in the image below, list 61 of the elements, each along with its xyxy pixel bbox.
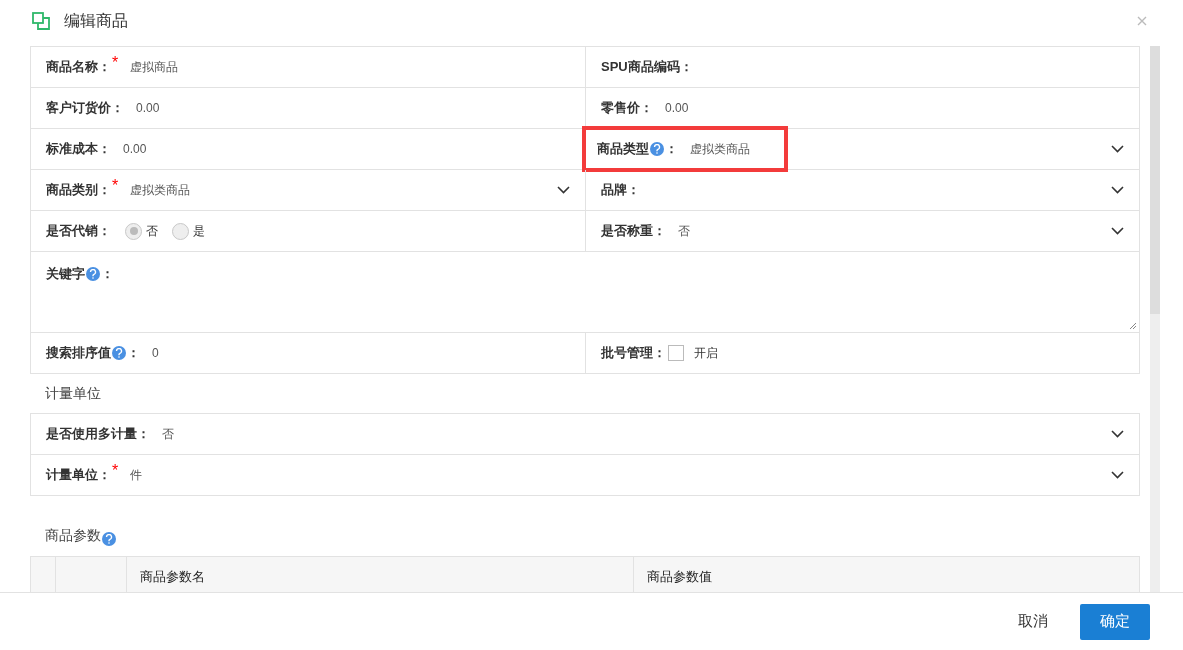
- copy-icon: [32, 12, 50, 30]
- checkbox[interactable]: [668, 345, 684, 361]
- select-field[interactable]: 商品类型 ： 虚拟类商品: [586, 129, 1139, 169]
- field-value: 0: [152, 345, 159, 362]
- field-value: 0.00: [123, 141, 147, 158]
- field-label-colon: ：: [665, 140, 678, 159]
- cancel-button[interactable]: 取消: [1018, 603, 1048, 640]
- field-value: 否: [162, 426, 174, 443]
- scrollbar-thumb[interactable]: [1150, 46, 1160, 314]
- select-field[interactable]: 品牌：: [586, 170, 1139, 210]
- field-label: 计量单位：: [46, 466, 111, 485]
- radio-label: 否: [146, 223, 158, 240]
- field-label: 商品类型: [597, 140, 649, 159]
- help-icon[interactable]: [86, 266, 100, 281]
- field-label: SPU商品编码：: [601, 58, 693, 77]
- select-field[interactable]: 是否称重： 否: [586, 211, 1139, 251]
- chevron-down-icon[interactable]: [1111, 186, 1124, 194]
- field-value: 虚拟类商品: [130, 182, 191, 199]
- required-asterisk: *: [112, 463, 119, 480]
- section-title: 计量单位: [44, 384, 102, 403]
- field-label: 搜索排序值: [46, 344, 111, 363]
- field-label: 标准成本：: [46, 140, 111, 159]
- field-label: 零售价：: [601, 99, 653, 118]
- radio-label: 是: [193, 223, 205, 240]
- field-label: 商品类别：: [46, 181, 111, 200]
- select-field[interactable]: 是否使用多计量： 否: [31, 414, 1139, 454]
- field-label: 客户订货价：: [46, 99, 124, 118]
- section-title: 商品参数: [45, 526, 101, 545]
- dialog-title: 编辑商品: [64, 11, 128, 31]
- help-icon[interactable]: [102, 532, 116, 546]
- chevron-down-icon[interactable]: [1111, 145, 1124, 153]
- field-value: 0.00: [665, 100, 689, 117]
- field-value: 件: [130, 467, 143, 484]
- confirm-button[interactable]: 确定: [1080, 603, 1150, 640]
- field-value: 0.00: [136, 100, 160, 117]
- column-header: 商品参数值: [646, 568, 712, 587]
- required-asterisk: *: [112, 178, 119, 195]
- field-label: 是否使用多计量：: [46, 425, 150, 444]
- field-label: 商品名称：: [46, 58, 111, 77]
- required-asterisk: *: [112, 55, 119, 72]
- checkbox-label: 开启: [694, 345, 718, 362]
- field-value: 虚拟类商品: [690, 141, 750, 158]
- chevron-down-icon[interactable]: [1111, 471, 1124, 479]
- close-icon[interactable]: [1137, 16, 1147, 26]
- field-label: 品牌：: [601, 181, 640, 200]
- help-icon[interactable]: [112, 346, 126, 360]
- help-icon[interactable]: [650, 142, 664, 156]
- keyword-textarea[interactable]: 关键字 ：: [31, 252, 1139, 332]
- field-value: 虚拟商品: [130, 59, 179, 76]
- column-header: 商品参数名: [140, 568, 205, 587]
- field-label: 关键字: [46, 265, 85, 283]
- field-label: 是否代销：: [46, 222, 111, 241]
- field-value: 否: [678, 223, 690, 240]
- field-label-colon: ：: [127, 344, 140, 363]
- field-label: 批号管理：: [601, 344, 666, 363]
- chevron-down-icon[interactable]: [557, 186, 570, 194]
- chevron-down-icon[interactable]: [1111, 227, 1124, 235]
- chevron-down-icon[interactable]: [1111, 430, 1124, 438]
- resize-handle-icon[interactable]: [1129, 322, 1137, 330]
- field-label-colon: ：: [101, 265, 114, 283]
- field-label: 是否称重：: [601, 222, 666, 241]
